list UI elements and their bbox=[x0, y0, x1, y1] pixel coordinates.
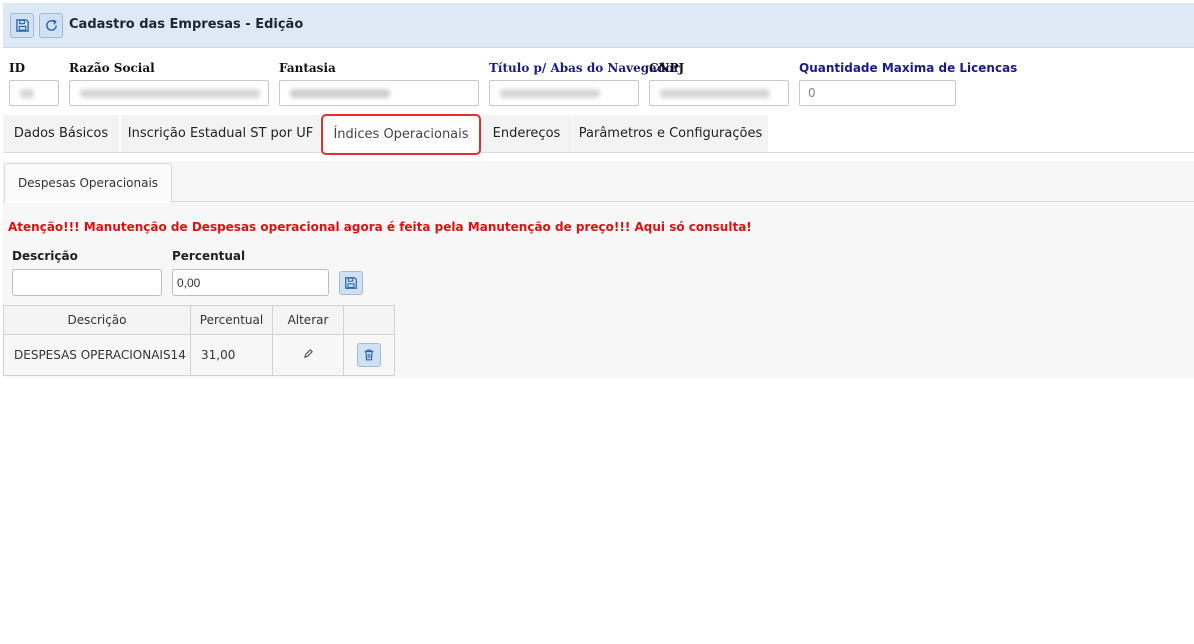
descricao-label: Descrição bbox=[12, 249, 78, 263]
tab-inscricao-estadual[interactable]: Inscrição Estadual ST por UF bbox=[121, 115, 321, 152]
cnpj-field[interactable] bbox=[649, 80, 789, 106]
id-label: ID bbox=[9, 61, 26, 75]
cell-percentual: 31,00 bbox=[190, 334, 273, 376]
fantasia-field[interactable] bbox=[279, 80, 479, 106]
page-header: Cadastro das Empresas - Edição bbox=[3, 3, 1194, 48]
tab-indices-operacionais[interactable]: Índices Operacionais bbox=[321, 114, 481, 155]
percentual-input[interactable] bbox=[172, 269, 329, 296]
tab-dados-basicos[interactable]: Dados Básicos bbox=[3, 115, 120, 152]
tab-bar: Dados Básicos Inscrição Estadual ST por … bbox=[3, 114, 1194, 155]
refresh-icon bbox=[45, 19, 57, 31]
save-despesa-button[interactable] bbox=[339, 271, 363, 295]
quantidade-licencas-label: Quantidade Maxima de Licencas bbox=[799, 61, 1018, 75]
col-percentual[interactable]: Percentual bbox=[190, 305, 273, 335]
percentual-label: Percentual bbox=[172, 249, 246, 263]
cnpj-label: CNPJ bbox=[649, 61, 685, 75]
refresh-button[interactable] bbox=[39, 13, 63, 38]
id-field[interactable] bbox=[9, 80, 59, 106]
table-header-row: Descrição Percentual Alterar bbox=[3, 305, 395, 335]
save-icon bbox=[15, 19, 29, 32]
despesas-table: Descrição Percentual Alterar DESPESAS OP… bbox=[3, 305, 395, 376]
page-title: Cadastro das Empresas - Edição bbox=[69, 17, 304, 32]
descricao-input[interactable] bbox=[12, 269, 162, 296]
col-excluir bbox=[343, 305, 395, 335]
cell-alterar bbox=[272, 334, 344, 376]
tab-panel: Despesas Operacionais Atenção!!! Manuten… bbox=[3, 161, 1194, 378]
table-row: DESPESAS OPERACIONAIS14 31,00 bbox=[3, 334, 395, 376]
redacted-value bbox=[290, 89, 390, 98]
save-icon bbox=[345, 277, 357, 289]
quantidade-licencas-field[interactable]: 0 bbox=[799, 80, 956, 106]
razao-social-field[interactable] bbox=[69, 80, 269, 106]
trash-icon bbox=[364, 349, 374, 361]
tab-parametros-configuracoes[interactable]: Parâmetros e Configurações bbox=[573, 115, 769, 152]
redacted-value bbox=[660, 89, 770, 98]
col-descricao[interactable]: Descrição bbox=[3, 305, 191, 335]
save-button[interactable] bbox=[10, 13, 34, 38]
delete-button[interactable] bbox=[357, 343, 381, 367]
warning-message: Atenção!!! Manutenção de Despesas operac… bbox=[8, 220, 752, 234]
razao-social-label: Razão Social bbox=[69, 61, 155, 75]
subtab-bar: Despesas Operacionais bbox=[3, 161, 1194, 203]
redacted-value bbox=[80, 89, 260, 98]
redacted-value bbox=[20, 89, 34, 98]
tab-enderecos[interactable]: Endereços bbox=[481, 115, 573, 152]
cell-descricao: DESPESAS OPERACIONAIS14 bbox=[3, 334, 191, 376]
subtab-despesas-operacionais[interactable]: Despesas Operacionais bbox=[4, 163, 172, 203]
titulo-field[interactable] bbox=[489, 80, 639, 106]
col-alterar: Alterar bbox=[272, 305, 344, 335]
redacted-value bbox=[500, 89, 600, 98]
fantasia-label: Fantasia bbox=[279, 61, 336, 75]
cell-excluir bbox=[343, 334, 395, 376]
pencil-icon[interactable] bbox=[303, 348, 314, 359]
